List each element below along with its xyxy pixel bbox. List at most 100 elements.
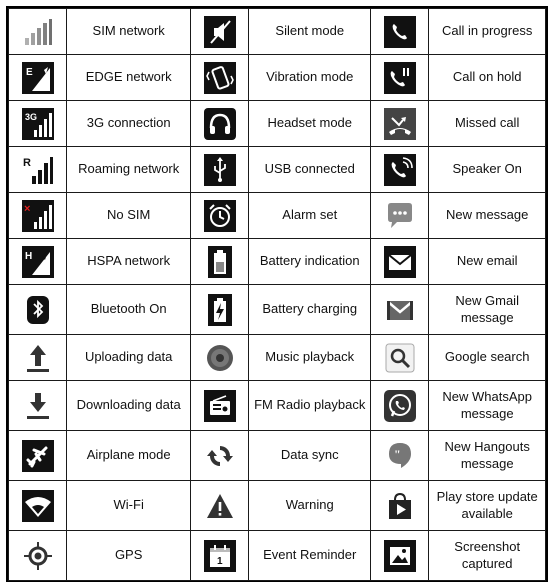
- label-cell: Airplane mode: [66, 430, 192, 481]
- label-cell: Call on hold: [428, 54, 546, 101]
- label-cell: Downloading data: [66, 380, 192, 431]
- label-cell: Play store update available: [428, 480, 546, 531]
- table-row: × No SIM Alarm set New message: [7, 192, 546, 239]
- label-cell: EDGE network: [66, 54, 192, 101]
- label-cell: Roaming network: [66, 146, 192, 193]
- svg-text:": ": [394, 447, 401, 461]
- table-row: GPS 1 Event Reminder Screenshot captured: [7, 530, 546, 581]
- table-row: E EDGE network Vibration mode Call on hold: [7, 54, 546, 101]
- status-icons-table-frame: SIM network Silent mode Call in progress E E…: [6, 6, 548, 582]
- table-row: Bluetooth On Battery charging New Gmail me…: [7, 284, 546, 335]
- status-label: New Gmail message: [455, 293, 519, 325]
- label-cell: Music playback: [248, 334, 372, 381]
- status-label: FM Radio playback: [254, 397, 366, 413]
- svg-text:R: R: [23, 157, 31, 169]
- status-label: New Hangouts message: [444, 439, 530, 471]
- label-cell: Silent mode: [248, 8, 372, 55]
- status-label: Event Reminder: [263, 547, 357, 563]
- icon-cell: [370, 380, 430, 431]
- label-cell: SIM network: [66, 8, 192, 55]
- phone-icon: [383, 15, 416, 48]
- status-label: Google search: [444, 349, 530, 365]
- icon-cell: [370, 8, 430, 55]
- icon-cell: [190, 284, 250, 335]
- label-cell: Event Reminder: [248, 530, 372, 581]
- status-label: Silent mode: [275, 23, 345, 39]
- icon-cell: [370, 284, 430, 335]
- table-row: Downloading data FM Radio playback New Wha…: [7, 380, 546, 431]
- label-cell: HSPA network: [66, 238, 192, 285]
- status-label: Alarm set: [282, 207, 338, 223]
- missed-call-icon: [383, 107, 416, 140]
- status-label: Vibration mode: [266, 69, 354, 85]
- status-label: Music playback: [265, 349, 355, 365]
- icon-cell: [7, 480, 68, 531]
- svg-text:×: ×: [24, 203, 30, 215]
- label-cell: Warning: [248, 480, 372, 531]
- status-label: GPS: [114, 547, 143, 563]
- label-cell: Data sync: [248, 430, 372, 481]
- status-label: Headset mode: [267, 115, 353, 131]
- icon-cell: H: [7, 238, 68, 285]
- svg-text:H: H: [25, 251, 32, 262]
- download-icon: [22, 390, 54, 422]
- label-cell: Vibration mode: [248, 54, 372, 101]
- icon-cell: [370, 192, 430, 239]
- status-label: Missed call: [455, 115, 520, 131]
- vibration-icon: [203, 61, 236, 94]
- status-label: New message: [446, 207, 529, 223]
- label-cell: Wi-Fi: [66, 480, 192, 531]
- status-label: Battery indication: [259, 253, 360, 269]
- icon-cell: 1: [190, 530, 250, 581]
- label-cell: Battery charging: [248, 284, 372, 335]
- airplane-icon: [21, 439, 54, 472]
- status-label: Battery charging: [262, 301, 358, 317]
- status-label: New WhatsApp message: [442, 389, 532, 421]
- email-icon: [383, 245, 416, 278]
- label-cell: GPS: [66, 530, 192, 581]
- icon-cell: R: [7, 146, 68, 193]
- status-label: EDGE network: [85, 69, 172, 85]
- status-label: Screenshot captured: [454, 539, 521, 571]
- icon-cell: E: [7, 54, 68, 101]
- icon-cell: [190, 380, 250, 431]
- gmail-icon: [384, 294, 416, 326]
- status-label: Call on hold: [452, 69, 522, 85]
- label-cell: Headset mode: [248, 100, 372, 147]
- icon-cell: [370, 146, 430, 193]
- whatsapp-icon: [383, 389, 416, 422]
- message-bubble-icon: [384, 200, 416, 232]
- icon-cell: [370, 480, 430, 531]
- search-icon: [384, 342, 416, 374]
- icon-cell: [190, 54, 250, 101]
- screenshot-icon: [383, 539, 416, 572]
- table-row: Uploading data Music playback Google searc…: [7, 334, 546, 381]
- usb-icon: [203, 153, 236, 186]
- status-label: Call in progress: [442, 23, 533, 39]
- status-label: Downloading data: [76, 397, 181, 413]
- status-label: Speaker On: [452, 161, 522, 177]
- gps-icon: [22, 540, 54, 572]
- icon-cell: 3G: [7, 100, 68, 147]
- table-row: H HSPA network Battery indication New email: [7, 238, 546, 285]
- icon-cell: [7, 334, 68, 381]
- icon-cell: [190, 146, 250, 193]
- status-label: Uploading data: [84, 349, 173, 365]
- battery-icon: [204, 245, 236, 278]
- label-cell: No SIM: [66, 192, 192, 239]
- play-store-icon: [384, 490, 416, 522]
- label-cell: New WhatsApp message: [428, 380, 546, 431]
- table-row: Wi-Fi Warning Play store update available: [7, 480, 546, 531]
- icon-cell: [190, 100, 250, 147]
- label-cell: Uploading data: [66, 334, 192, 381]
- table-row: Airplane mode Data sync " New Hangouts mes…: [7, 430, 546, 481]
- status-label: Wi-Fi: [113, 497, 144, 513]
- silent-mode-icon: [203, 15, 236, 48]
- table-row: 3G 3G connection Headset mode Missed call: [7, 100, 546, 147]
- status-icons-table: SIM network Silent mode Call in progress E E…: [7, 8, 546, 581]
- status-label: Warning: [285, 497, 334, 513]
- icon-cell: [190, 238, 250, 285]
- status-label: 3G connection: [86, 115, 171, 131]
- label-cell: Alarm set: [248, 192, 372, 239]
- icon-cell: [370, 100, 430, 147]
